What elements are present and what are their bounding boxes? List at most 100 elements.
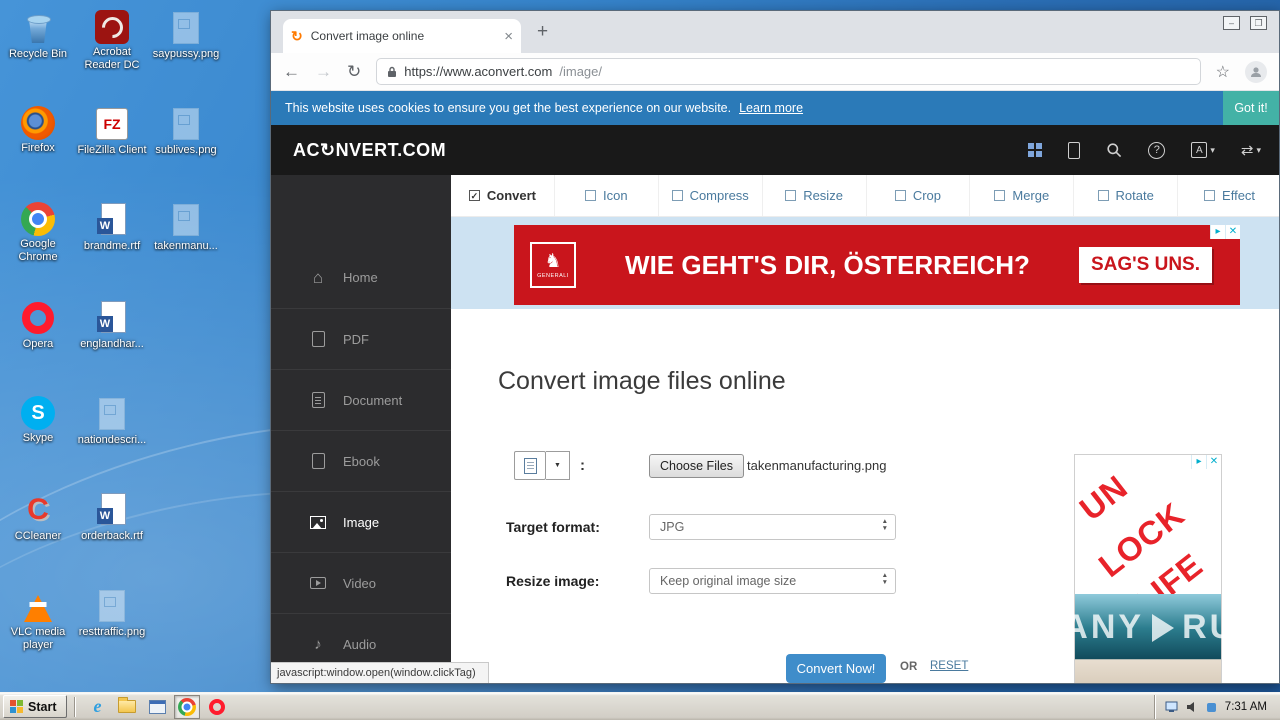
- site-sidebar: Home PDF Document Ebook Image Video Audi…: [271, 175, 451, 683]
- taskbar-ie-icon[interactable]: [84, 695, 110, 719]
- tab-icon[interactable]: Icon: [555, 175, 659, 216]
- address-bar[interactable]: https://www.aconvert.com/image/: [376, 58, 1201, 85]
- tab-close-icon[interactable]: [504, 28, 513, 45]
- desktop-icon-englandhar[interactable]: englandhar...: [76, 300, 148, 351]
- tab-label: Compress: [689, 188, 749, 203]
- sidebar-item-ebook[interactable]: Ebook: [271, 430, 451, 491]
- monitor-tray-icon[interactable]: [1165, 701, 1178, 713]
- tab-compress[interactable]: Compress: [659, 175, 763, 216]
- sidebar-item-label: Ebook: [343, 453, 380, 469]
- sidebar-item-label: Audio: [343, 636, 377, 652]
- video-icon: [309, 577, 327, 589]
- desktop-icon-saypussy[interactable]: saypussy.png: [150, 10, 222, 61]
- sidebar-item-document[interactable]: Document: [271, 369, 451, 430]
- taskbar-opera-icon[interactable]: [204, 695, 230, 719]
- ad-cta-button[interactable]: SAG'S UNS.: [1078, 247, 1212, 283]
- sidebar-item-video[interactable]: Video: [271, 552, 451, 613]
- desktop-icon-takenmanu[interactable]: takenmanu...: [150, 202, 222, 253]
- acrobat-icon: [95, 10, 129, 44]
- sidebar-item-home[interactable]: Home: [271, 247, 451, 308]
- desktop-icon-label: FileZilla Client: [77, 144, 147, 156]
- new-tab-button[interactable]: [537, 21, 548, 43]
- pdf-icon: [309, 331, 327, 347]
- resize-image-select[interactable]: Keep original image size: [649, 568, 896, 594]
- side-ad[interactable]: UN LOCK LIFE: [1074, 454, 1222, 683]
- adchoices-icon[interactable]: [1210, 225, 1225, 239]
- tab-title: Convert image online: [310, 29, 425, 43]
- desktop-icon-skype[interactable]: Skype: [2, 396, 74, 445]
- word-doc-icon: [94, 492, 130, 528]
- language-icon[interactable]: [1191, 142, 1215, 158]
- desktop-icon-recycle-bin[interactable]: Recycle Bin: [2, 10, 74, 61]
- desktop-icon-nationdescri[interactable]: nationdescri...: [76, 396, 148, 447]
- desktop-icon-orderback[interactable]: orderback.rtf: [76, 492, 148, 543]
- choose-files-button[interactable]: Choose Files: [649, 454, 744, 478]
- profile-avatar[interactable]: [1245, 60, 1267, 83]
- page-title: Convert image files online: [498, 367, 786, 395]
- desktop-icon-label: saypussy.png: [152, 48, 220, 60]
- reset-link[interactable]: RESET: [930, 660, 968, 672]
- desktop-icon-sublives[interactable]: sublives.png: [150, 106, 222, 157]
- apps-grid-icon[interactable]: [1028, 143, 1043, 157]
- tab-crop[interactable]: Crop: [867, 175, 971, 216]
- window-minimize-button[interactable]: [1223, 16, 1240, 30]
- tab-effect[interactable]: Effect: [1178, 175, 1279, 216]
- taskbar-window-icon[interactable]: [144, 695, 170, 719]
- checkbox-icon: [894, 190, 906, 201]
- target-format-label: Target format:: [506, 519, 600, 535]
- network-tray-icon[interactable]: [1206, 701, 1217, 713]
- ad-close-icon[interactable]: [1225, 225, 1240, 239]
- bookmark-star-icon[interactable]: [1216, 62, 1230, 82]
- ad-close-icon[interactable]: [1206, 455, 1221, 469]
- desktop-icon-firefox[interactable]: Firefox: [2, 106, 74, 155]
- browser-tab[interactable]: Convert image online: [283, 19, 521, 53]
- window-maximize-button[interactable]: [1250, 16, 1267, 30]
- lion-crest-icon: [544, 252, 561, 271]
- chevron-down-icon: [1210, 145, 1215, 156]
- ccleaner-icon: [20, 492, 56, 528]
- back-button[interactable]: [283, 63, 300, 80]
- converter-tools-icon[interactable]: [1241, 141, 1261, 159]
- file-source-button[interactable]: [514, 451, 546, 480]
- tab-rotate[interactable]: Rotate: [1074, 175, 1179, 216]
- sidebar-item-pdf[interactable]: PDF: [271, 308, 451, 369]
- volume-tray-icon[interactable]: [1186, 701, 1198, 713]
- desktop-icon-resttraffic[interactable]: resttraffic.png: [76, 588, 148, 639]
- taskbar-explorer-icon[interactable]: [114, 695, 140, 719]
- desktop-icon-chrome[interactable]: Google Chrome: [2, 202, 74, 264]
- desktop-icon-vlc[interactable]: VLC media player: [2, 588, 74, 652]
- target-format-select[interactable]: JPG: [649, 514, 896, 540]
- convert-now-button[interactable]: Convert Now!: [786, 654, 886, 683]
- desktop-icon-brandme[interactable]: brandme.rtf: [76, 202, 148, 253]
- tab-label: Effect: [1222, 188, 1256, 203]
- taskbar: Start 7:31 AM: [0, 692, 1280, 720]
- desktop-icon-label: englandhar...: [80, 338, 144, 350]
- reload-button[interactable]: [347, 63, 361, 80]
- help-icon[interactable]: [1148, 141, 1166, 159]
- browser-window: Convert image online https://www.aconver…: [270, 10, 1280, 684]
- taskbar-chrome-icon[interactable]: [174, 694, 201, 719]
- url-host: https://www.aconvert.com: [404, 64, 553, 79]
- desktop-icon-acrobat[interactable]: Acrobat Reader DC: [76, 10, 148, 72]
- sidebar-item-image[interactable]: Image: [271, 491, 451, 552]
- file-source-dropdown[interactable]: [546, 451, 570, 480]
- generali-ad-banner[interactable]: GENERALI WIE GEHT'S DIR, ÖSTERREICH? SAG…: [514, 225, 1240, 305]
- mobile-icon[interactable]: [1068, 141, 1081, 159]
- adchoices-icon[interactable]: [1191, 455, 1206, 469]
- search-icon[interactable]: [1106, 142, 1122, 158]
- tab-merge[interactable]: Merge: [970, 175, 1075, 216]
- got-it-button[interactable]: Got it!: [1223, 91, 1279, 125]
- word-doc-icon: [94, 202, 130, 238]
- taskbar-clock[interactable]: 7:31 AM: [1225, 701, 1267, 713]
- tab-label: Icon: [603, 188, 628, 203]
- desktop-icon-filezilla[interactable]: FileZilla Client: [76, 106, 148, 157]
- learn-more-link[interactable]: Learn more: [739, 101, 803, 115]
- url-path: /image/: [559, 64, 603, 79]
- desktop-icon-opera[interactable]: Opera: [2, 300, 74, 351]
- tab-resize[interactable]: Resize: [763, 175, 867, 216]
- site-logo[interactable]: ACNVERT.COM: [293, 140, 446, 161]
- select-arrows-icon: [882, 519, 888, 532]
- desktop-icon-ccleaner[interactable]: CCleaner: [2, 492, 74, 543]
- tab-convert[interactable]: Convert: [451, 175, 555, 216]
- start-button[interactable]: Start: [3, 695, 68, 718]
